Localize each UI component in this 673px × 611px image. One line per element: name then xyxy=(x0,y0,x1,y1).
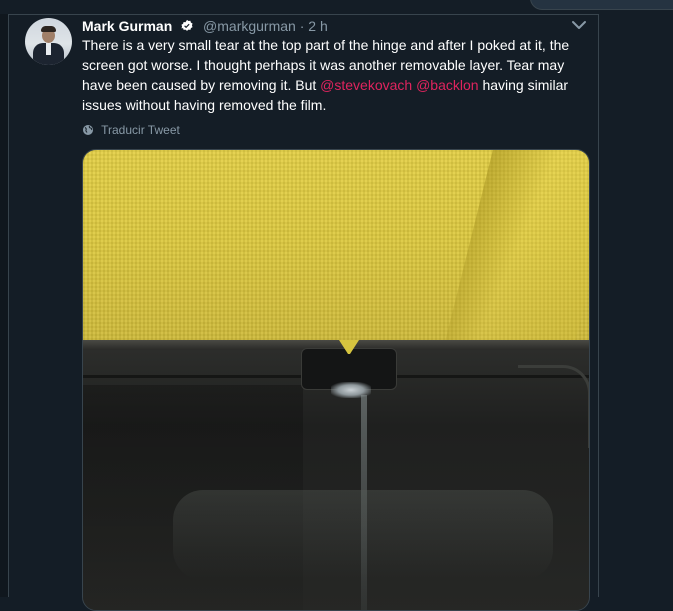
left-column xyxy=(0,14,9,597)
author-handle[interactable]: @markgurman xyxy=(203,18,296,34)
photo-phone-corner xyxy=(518,365,589,448)
avatar[interactable] xyxy=(25,18,72,65)
search-box[interactable] xyxy=(530,0,673,10)
globe-icon xyxy=(83,125,93,135)
tweet-photo[interactable] xyxy=(82,149,590,611)
translate-label: Traducir Tweet xyxy=(101,123,180,137)
chevron-down-icon[interactable] xyxy=(571,18,587,32)
mention-link-stevekovach[interactable]: @stevekovach xyxy=(320,77,412,93)
top-bar xyxy=(0,0,673,15)
author-name[interactable]: Mark Gurman xyxy=(82,18,172,34)
photo-reflection xyxy=(173,490,553,580)
translate-tweet-link[interactable]: Traducir Tweet xyxy=(82,122,180,138)
tweet-text: There is a very small tear at the top pa… xyxy=(82,35,587,115)
right-column xyxy=(598,14,673,597)
avatar-hair xyxy=(41,26,56,32)
avatar-shirt xyxy=(46,43,51,55)
tweet-header: Mark Gurman @markgurman · 2 h xyxy=(82,17,328,35)
separator: · xyxy=(299,18,305,34)
mention-link-backlon[interactable]: @backlon xyxy=(416,77,478,93)
tweet-time[interactable]: 2 h xyxy=(308,18,327,34)
